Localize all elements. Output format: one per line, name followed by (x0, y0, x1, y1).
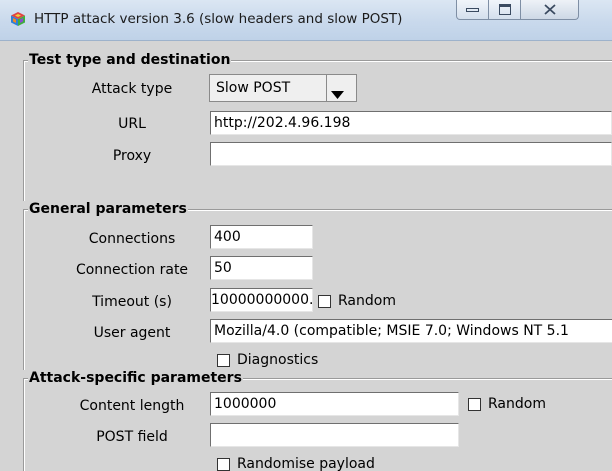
colorful-cube-icon (10, 11, 26, 27)
post-field-input[interactable] (210, 423, 459, 447)
test-type-group: Test type and destination Attack type Sl… (23, 52, 612, 201)
content-length-random-label[interactable]: Random (488, 396, 546, 412)
url-label: URL (118, 116, 146, 132)
window-controls (456, 0, 597, 21)
test-type-group-title: Test type and destination (28, 52, 232, 68)
user-agent-input[interactable]: Mozilla/4.0 (compatible; MSIE 7.0; Windo… (210, 319, 612, 343)
title-bar[interactable]: HTTP attack version 3.6 (slow headers an… (0, 0, 612, 41)
attack-type-dropdown[interactable]: Slow POST (209, 74, 357, 102)
app-window: HTTP attack version 3.6 (slow headers an… (0, 0, 612, 471)
content-length-input[interactable]: 1000000 (210, 392, 459, 416)
maximize-icon (498, 4, 511, 15)
url-input[interactable]: http://202.4.96.198 (210, 111, 612, 135)
minimize-button[interactable] (456, 0, 489, 20)
maximize-button[interactable] (489, 0, 521, 20)
window-title: HTTP attack version 3.6 (slow headers an… (34, 11, 403, 27)
timeout-input[interactable]: 10000000000. (210, 288, 313, 312)
timeout-random-label[interactable]: Random (338, 293, 396, 309)
close-button[interactable] (521, 0, 579, 20)
general-parameters-group-title: General parameters (28, 201, 188, 217)
content-length-random-checkbox[interactable] (468, 398, 481, 411)
dropdown-separator (326, 75, 327, 101)
randomise-payload-label[interactable]: Randomise payload (237, 456, 375, 471)
dropdown-arrow-icon[interactable] (331, 84, 344, 103)
user-agent-label: User agent (93, 325, 171, 341)
randomise-payload-checkbox[interactable] (217, 458, 230, 471)
attack-specific-group: Attack-specific parameters Content lengt… (23, 370, 612, 471)
dialog-body: Test type and destination Attack type Sl… (11, 41, 612, 471)
general-parameters-group: General parameters Connections 400 Conne… (23, 201, 612, 370)
content-length-label: Content length (79, 398, 185, 414)
timeout-label: Timeout (s) (92, 294, 172, 310)
attack-type-label: Attack type (91, 81, 173, 97)
proxy-label: Proxy (112, 148, 152, 164)
attack-specific-group-title: Attack-specific parameters (28, 370, 243, 386)
close-icon (543, 4, 556, 15)
diagnostics-label[interactable]: Diagnostics (237, 352, 318, 368)
connection-rate-input[interactable]: 50 (210, 256, 313, 280)
diagnostics-checkbox[interactable] (217, 354, 230, 367)
timeout-random-checkbox[interactable] (318, 295, 331, 308)
post-field-label: POST field (96, 429, 168, 445)
connection-rate-label: Connection rate (75, 262, 189, 278)
proxy-input[interactable] (210, 142, 612, 166)
attack-type-value: Slow POST (216, 80, 291, 96)
connections-label: Connections (88, 231, 176, 247)
connections-input[interactable]: 400 (210, 225, 313, 249)
minimize-icon (466, 7, 479, 12)
